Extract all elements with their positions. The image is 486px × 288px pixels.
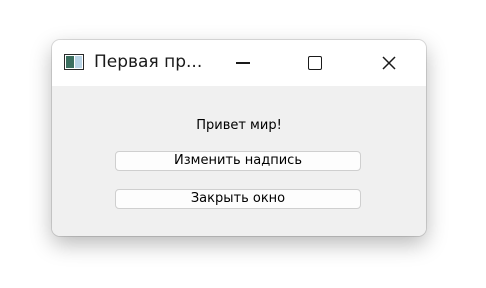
window-title: Первая пр... [94,52,203,72]
title-bar[interactable]: Первая пр... [52,40,426,86]
minimize-button[interactable] [220,40,266,86]
app-window-icon [64,54,84,70]
change-label-button[interactable]: Изменить надпись [115,151,361,171]
app-icon-pane-left [66,56,74,68]
close-window-text-button[interactable]: Закрыть окно [115,189,361,209]
app-window: Первая пр... Привет мир! Изменить надпис… [52,40,426,236]
close-window-button[interactable] [366,40,412,86]
maximize-icon [308,56,322,70]
close-icon [382,56,396,70]
maximize-button[interactable] [292,40,338,86]
window-content: Привет мир! Изменить надпись Закрыть окн… [52,86,426,236]
minimize-icon [236,62,250,64]
greeting-label: Привет мир! [196,118,282,133]
app-icon-pane-right [75,56,82,68]
